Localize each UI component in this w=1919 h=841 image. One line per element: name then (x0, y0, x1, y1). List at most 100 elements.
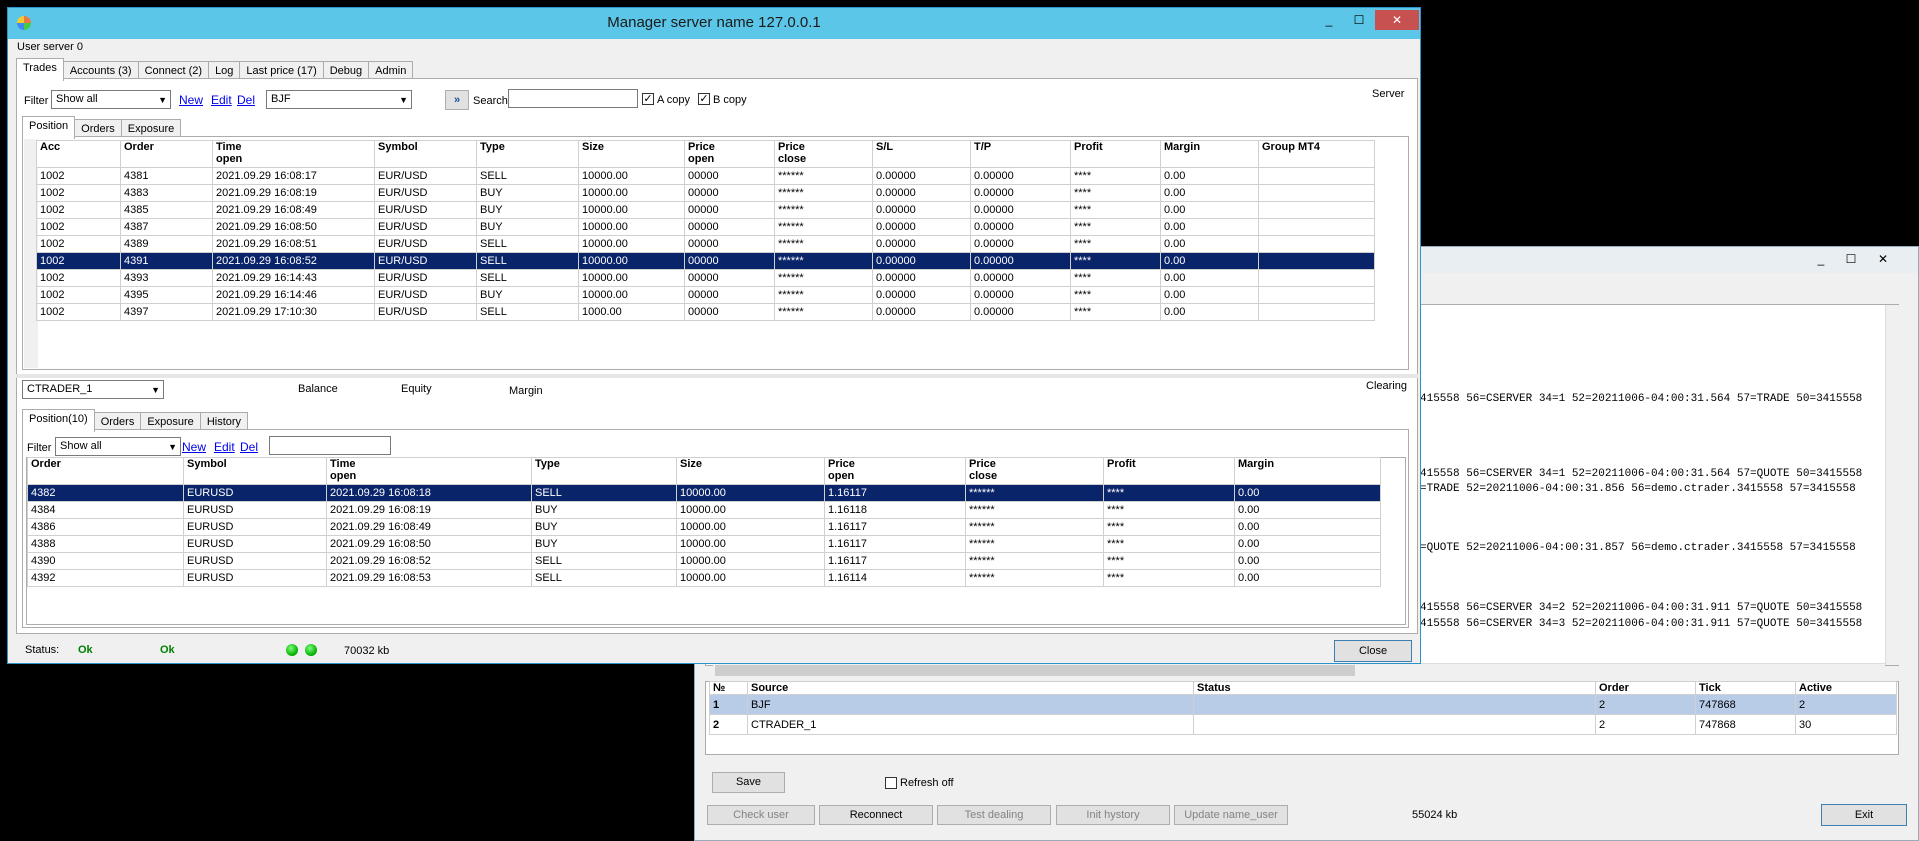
filter-select[interactable]: Show all ▼ (51, 90, 171, 109)
table-row[interactable]: 1002 4393 2021.09.29 16:14:43 EUR/USD SELL 10… (36, 269, 1375, 287)
column-header[interactable]: Price close (774, 140, 873, 168)
column-header[interactable]: Order (27, 457, 184, 485)
check-user-button[interactable]: Check user (707, 805, 815, 825)
column-header[interactable]: Symbol (374, 140, 477, 168)
secondary-minimize-button[interactable]: _ (1807, 249, 1835, 269)
column-header[interactable]: Active (1795, 681, 1897, 695)
test-dealing-button[interactable]: Test dealing (937, 805, 1051, 825)
table-cell (1258, 218, 1375, 236)
refresh-off-checkbox[interactable] (885, 777, 897, 789)
secondary-maximize-button[interactable]: ☐ (1837, 249, 1865, 269)
column-header[interactable]: № (709, 681, 748, 695)
bottom-filter-select[interactable]: Show all ▼ (55, 437, 181, 456)
column-header[interactable]: Order (120, 140, 213, 168)
column-header[interactable]: Order (1595, 681, 1696, 695)
column-header[interactable]: Source (747, 681, 1194, 695)
table-row[interactable]: 4392 EURUSD 2021.09.29 16:08:53 SELL 10000.0… (27, 569, 1381, 587)
column-header-label-line2: close (778, 153, 807, 165)
column-header[interactable]: Tick (1695, 681, 1796, 695)
column-header[interactable]: S/L (872, 140, 971, 168)
bottom-edit-link[interactable]: Edit (214, 440, 235, 454)
minimize-button[interactable]: _ (1315, 10, 1343, 30)
filter-select-value: Show all (56, 93, 98, 105)
table-cell: 0.00 (1160, 184, 1259, 202)
table-row[interactable]: 1002 4391 2021.09.29 16:08:52 EUR/USD SELL 10… (36, 252, 1375, 270)
table-cell: **** (1070, 218, 1161, 236)
column-header[interactable]: Margin (1160, 140, 1259, 168)
column-header[interactable]: Size (676, 457, 825, 485)
table-row[interactable]: 4386 EURUSD 2021.09.29 16:08:49 BUY 10000.00… (27, 518, 1381, 536)
table-row[interactable]: 1002 4395 2021.09.29 16:14:46 EUR/USD BUY 100… (36, 286, 1375, 304)
table-row[interactable]: 2 CTRADER_1 2 747868 30 (709, 714, 1897, 735)
bottom-search-input[interactable] (269, 436, 391, 455)
log-line: 415558 56=CSERVER 34=1 52=20211006-04:00… (1420, 393, 1863, 405)
column-header-label: Group MT4 (1262, 141, 1321, 154)
clearing-label: Clearing (1366, 380, 1407, 392)
column-header[interactable]: Time open (326, 457, 532, 485)
b-copy-checkbox[interactable]: ✓ (698, 93, 710, 105)
column-header[interactable]: Status (1193, 681, 1596, 695)
update-name-user-button[interactable]: Update name_user (1174, 805, 1288, 825)
table-row[interactable]: 4384 EURUSD 2021.09.29 16:08:19 BUY 10000.00… (27, 501, 1381, 519)
subtab-position[interactable]: Position (22, 116, 76, 139)
column-header[interactable]: Size (578, 140, 685, 168)
maximize-button[interactable]: ☐ (1345, 10, 1373, 30)
table-row[interactable]: 1 BJF 2 747868 2 (709, 694, 1897, 715)
reconnect-button[interactable]: Reconnect (819, 805, 933, 825)
table-row[interactable]: 1002 4381 2021.09.29 16:08:17 EUR/USD SELL 10… (36, 167, 1375, 185)
a-copy-checkbox[interactable]: ✓ (642, 93, 654, 105)
table-cell: **** (1103, 501, 1235, 519)
close-button[interactable]: Close (1334, 640, 1412, 662)
a-copy-label: A copy (657, 94, 691, 106)
column-header[interactable]: Time open (212, 140, 375, 168)
column-header[interactable]: Symbol (183, 457, 327, 485)
init-history-button[interactable]: Init hystory (1056, 805, 1170, 825)
edit-link[interactable]: Edit (211, 93, 232, 107)
column-header[interactable]: Margin (1234, 457, 1381, 485)
table-row[interactable]: 4390 EURUSD 2021.09.29 16:08:52 SELL 10000.0… (27, 552, 1381, 570)
log-line: =QUOTE 52=20211006-04:00:31.857 56=demo.… (1420, 542, 1856, 554)
table-cell: **** (1103, 552, 1235, 570)
tab-trades[interactable]: Trades (16, 58, 64, 81)
table-cell: ****** (774, 218, 873, 236)
source-select[interactable]: BJF ▼ (266, 90, 412, 109)
table-row[interactable]: 4382 EURUSD 2021.09.29 16:08:18 SELL 10000.0… (27, 484, 1381, 502)
del-link[interactable]: Del (237, 93, 255, 107)
log-hscrollbar[interactable] (713, 663, 1885, 678)
column-header[interactable]: Price open (824, 457, 966, 485)
splitter[interactable] (16, 374, 1418, 378)
exit-button[interactable]: Exit (1821, 804, 1907, 826)
log-scrollbar[interactable] (1885, 305, 1900, 665)
account-select[interactable]: CTRADER_1 ▼ (22, 380, 164, 399)
secondary-close-button[interactable]: ✕ (1869, 249, 1897, 269)
table-row[interactable]: 1002 4385 2021.09.29 16:08:49 EUR/USD BUY 100… (36, 201, 1375, 219)
column-header[interactable]: Price open (684, 140, 775, 168)
bottom-del-link[interactable]: Del (240, 440, 258, 454)
table-cell: EURUSD (183, 484, 327, 502)
column-header[interactable]: T/P (970, 140, 1071, 168)
subtab-position-10[interactable]: Position(10) (22, 409, 95, 432)
table-row[interactable]: 1002 4397 2021.09.29 17:10:30 EUR/USD SELL 10… (36, 303, 1375, 321)
search-input[interactable] (508, 89, 638, 108)
column-header[interactable]: Price close (965, 457, 1104, 485)
table-cell: ****** (774, 269, 873, 287)
table-cell: 2 (1595, 714, 1696, 735)
column-header[interactable]: Type (476, 140, 579, 168)
go-button[interactable]: » (445, 90, 469, 110)
column-header[interactable]: Type (531, 457, 677, 485)
bottom-new-link[interactable]: New (182, 440, 206, 454)
table-row[interactable]: 1002 4387 2021.09.29 16:08:50 EUR/USD BUY 100… (36, 218, 1375, 236)
table-row[interactable]: 4388 EURUSD 2021.09.29 16:08:50 BUY 10000.00… (27, 535, 1381, 553)
table-row[interactable]: 1002 4383 2021.09.29 16:08:19 EUR/USD BUY 100… (36, 184, 1375, 202)
table-row[interactable]: 1002 4389 2021.09.29 16:08:51 EUR/USD SELL 10… (36, 235, 1375, 253)
column-header[interactable]: Profit (1070, 140, 1161, 168)
save-button[interactable]: Save (712, 772, 785, 793)
column-header-label-line2: open (688, 153, 715, 165)
column-header[interactable]: Group MT4 (1258, 140, 1375, 168)
column-header[interactable]: Profit (1103, 457, 1235, 485)
close-window-button[interactable]: ✕ (1375, 10, 1419, 30)
new-link[interactable]: New (179, 93, 203, 107)
table-cell: EURUSD (183, 535, 327, 553)
column-header[interactable]: Acc (36, 140, 121, 168)
b-copy-label: B copy (713, 94, 747, 106)
